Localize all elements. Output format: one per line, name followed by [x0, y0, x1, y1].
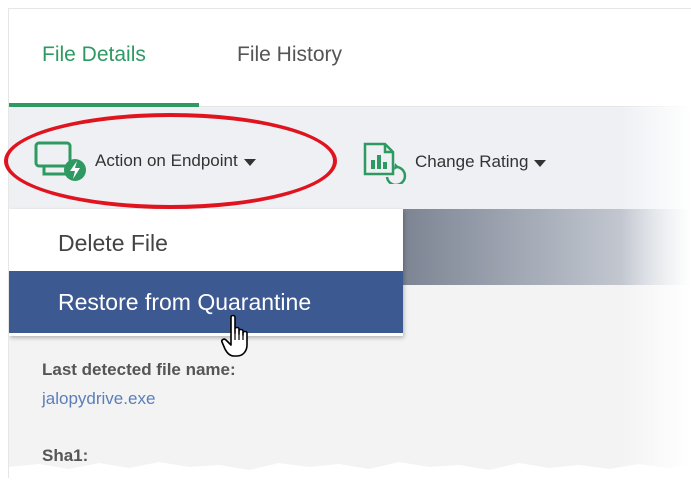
- change-rating-button[interactable]: Change Rating: [361, 140, 547, 184]
- endpoint-action-icon: [34, 141, 86, 181]
- tab-file-history[interactable]: File History: [237, 43, 342, 67]
- toolbar: Action on Endpoint Change Rating: [9, 108, 691, 209]
- last-detected-value[interactable]: jalopydrive.exe: [42, 389, 155, 409]
- menu-item-restore-from-quarantine[interactable]: Restore from Quarantine: [9, 271, 403, 333]
- menu-item-delete-file[interactable]: Delete File: [9, 212, 403, 274]
- torn-edge: [9, 462, 691, 478]
- last-detected-label: Last detected file name:: [42, 360, 236, 379]
- caret-down-icon: [243, 159, 256, 166]
- hand-pointer-icon: [221, 314, 248, 357]
- change-rating-icon: [363, 142, 407, 184]
- caret-down-icon: [534, 160, 547, 167]
- active-tab-indicator: [9, 103, 199, 107]
- action-dropdown-menu: Delete File Restore from Quarantine: [9, 209, 403, 336]
- file-details-panel: File Details File History Action on Endp…: [8, 8, 691, 478]
- info-banner: [399, 209, 691, 285]
- action-on-endpoint-label: Action on Endpoint: [95, 151, 238, 170]
- tab-bar: File Details File History: [9, 9, 691, 107]
- change-rating-label: Change Rating: [415, 152, 529, 171]
- tab-file-details[interactable]: File Details: [42, 43, 146, 67]
- action-on-endpoint-button[interactable]: Action on Endpoint: [33, 140, 256, 182]
